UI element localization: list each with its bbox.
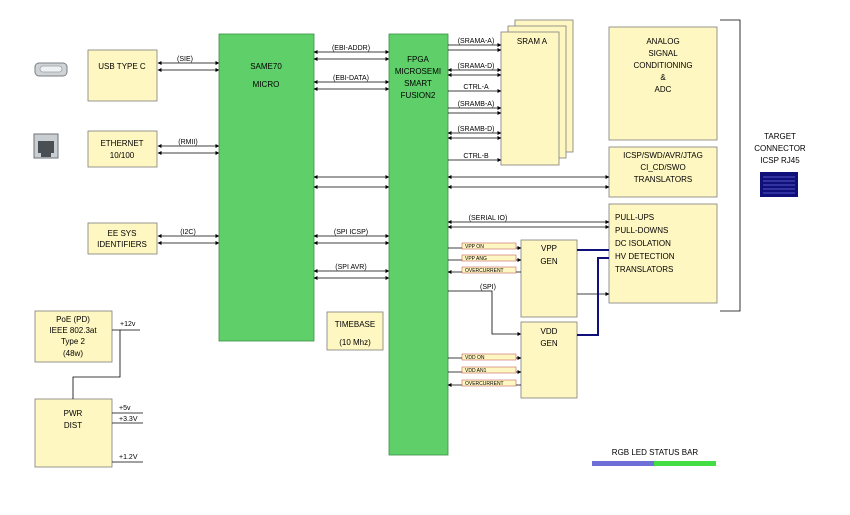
pullups-label-2: PULL-DOWNS [615,226,668,235]
spi-label: (SPI) [480,284,496,291]
sramb-d-label: (SRAMB-D) [458,126,495,133]
pullups-label-1: PULL-UPS [615,213,654,222]
same70-label-2: MICRO [253,80,280,89]
rgb-bar-blue [592,461,654,466]
vpp-on-label: VPP ON [465,244,484,250]
spi-avr-label: (SPI AVR) [335,264,366,271]
vdd-overcurrent-label: OVERCURRENT [465,381,504,387]
rail-12v: +12v [120,321,136,328]
power-output-lines [577,249,609,336]
analog-block: ANALOG SIGNAL CONDITIONING & ADC [608,26,718,141]
pullups-label-4: HV DETECTION [615,252,675,261]
ctrl-a-label: CTRL-A [463,84,489,91]
timebase-label-2: (10 Mhz) [339,338,371,347]
analog-label-4: & [660,73,666,82]
vpp-ang-label: VPP ANG [465,256,487,262]
fpga-label-4: FUSION2 [401,91,436,100]
eesys-label-1: EE SYS [108,229,137,238]
sie-label: (SIE) [177,56,193,63]
fpga-label-2: MICROSEMI [395,67,441,76]
icsp-block: ICSP/SWD/AVR/JTAG CI_CD/SWO TRANSLATORS [608,146,718,198]
analog-label-1: ANALOG [646,37,679,46]
ee-sys-block: EE SYS IDENTIFIERS [87,222,158,255]
diagram-svg: USB TYPE C ETHERNET 10/100 EE SYS IDENTI… [33,19,806,468]
poe-block: PoE (PD) IEEE 802.3at Type 2 (48w) [34,310,113,363]
same70-label-1: SAME70 [250,62,282,71]
ethernet-label-2: 10/100 [110,151,135,160]
vpp-label-2: GEN [540,257,558,266]
poe-label-4: (48w) [63,349,83,358]
left-bus-arrows [157,61,220,245]
poe-label-2: IEEE 802.3at [49,326,97,335]
ebi-data-label: (EBI-DATA) [333,75,369,82]
icsp-label-1: ICSP/SWD/AVR/JTAG [623,151,703,160]
pullups-block: PULL-UPS PULL-DOWNS DC ISOLATION HV DETE… [608,203,718,304]
vdd-label-2: GEN [540,339,558,348]
ctrl-b-label: CTRL-B [463,153,489,160]
spi-icsp-label: (SPI ICSP) [334,229,368,236]
srama-a-label: (SRAMA-A) [458,38,495,45]
target-label-2: CONNECTOR [754,144,806,153]
vpp-overcurrent-label: OVERCURRENT [465,268,504,274]
pullups-label-3: DC ISOLATION [615,239,671,248]
fpga-block: FPGA MICROSEMI SMART FUSION2 [388,33,449,456]
usb-type-c-block: USB TYPE C [87,49,158,102]
vdd-gen-block: VDD GEN [520,321,578,399]
pwr-dist-block: PWR DIST [34,398,113,468]
vpp-label-1: VPP [541,244,557,253]
vdd-an1-label: VDD AN1 [465,368,487,374]
rail-3v3: +3.3V [119,416,138,423]
micro-fpga-arrows [313,50,390,280]
pwr-label-1: PWR [64,409,83,418]
analog-label-5: ADC [655,85,672,94]
ethernet-jack-icon [33,133,59,159]
timebase-label-1: TIMEBASE [335,320,375,329]
analog-label-2: SIGNAL [648,49,678,58]
sram-label: SRAM A [517,37,548,46]
target-label-3: ICSP RJ45 [760,156,800,165]
pullups-label-5: TRANSLATORS [615,265,673,274]
ebi-addr-label: (EBI-ADDR) [332,45,370,52]
same70-block: SAME70 MICRO [218,33,315,342]
rmii-label: (RMII) [178,139,197,146]
sram-block: SRAM A [500,19,574,166]
timebase-block: TIMEBASE (10 Mhz) [326,311,384,351]
usb-connector-icon [34,62,68,77]
vpp-gen-block: VPP GEN [520,239,578,318]
pwr-label-2: DIST [64,421,82,430]
sramb-a-label: (SRAMB-A) [458,101,495,108]
vdd-on-label: VDD ON [465,355,485,361]
rail-1v2: +1.2V [119,454,138,461]
target-bracket [720,19,741,312]
usb-label: USB TYPE C [98,62,146,71]
rgb-legend-label: RGB LED STATUS BAR [612,448,699,457]
serial-io-label: (SERIAL IO) [469,215,508,222]
block-diagram: USB TYPE C ETHERNET 10/100 EE SYS IDENTI… [0,0,850,515]
poe-label-3: Type 2 [61,337,86,346]
vdd-label-1: VDD [541,327,558,336]
target-label-1: TARGET [764,132,796,141]
ethernet-label-1: ETHERNET [100,139,143,148]
eesys-label-2: IDENTIFIERS [97,240,147,249]
rail-5v: +5v [119,405,131,412]
fpga-label-1: FPGA [407,55,429,64]
analog-label-3: CONDITIONING [633,61,692,70]
i2c-label: (I2C) [180,229,196,236]
rj45-connector-icon [760,172,798,197]
fpga-label-3: SMART [404,79,432,88]
ethernet-block: ETHERNET 10/100 [87,130,158,168]
srama-d-label: (SRAMA-D) [458,63,495,70]
poe-label-1: PoE (PD) [56,315,90,324]
rgb-bar-green [654,461,716,466]
icsp-label-2: CI_CD/SWO [640,163,685,172]
icsp-label-3: TRANSLATORS [634,175,692,184]
signal-tags [461,242,517,387]
